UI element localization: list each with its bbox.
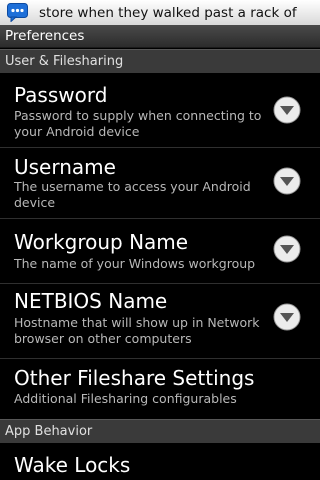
pref-wake-locks[interactable]: Wake Locks (0, 443, 320, 480)
chat-bubble-icon (7, 3, 28, 23)
category-app-behavior: App Behavior (0, 419, 320, 443)
pref-netbios-name[interactable]: NETBIOS Name Hostname that will show up … (0, 284, 320, 358)
pref-title: Wake Locks (14, 453, 131, 477)
pref-password[interactable]: Password Password to supply when connect… (0, 73, 320, 147)
pref-summary: The name of your Windows workgroup (14, 256, 256, 271)
pref-workgroup-name[interactable]: Workgroup Name The name of your Windows … (0, 219, 320, 283)
dropdown-arrow-icon[interactable] (273, 303, 301, 331)
pref-summary: The username to access your Android devi… (14, 179, 251, 210)
status-bar[interactable]: store when they walked past a rack of (0, 0, 320, 25)
pref-title: NETBIOS Name (14, 289, 168, 313)
notification-ticker: store when they walked past a rack of (39, 4, 297, 21)
pref-username[interactable]: Username The username to access your And… (0, 148, 320, 218)
page-title: Preferences (0, 25, 320, 48)
pref-summary: Additional Filesharing configurables (14, 391, 237, 406)
pref-title: Username (14, 155, 116, 179)
pref-title: Workgroup Name (14, 230, 189, 254)
pref-summary: Hostname that will show up in Network br… (14, 315, 260, 346)
dropdown-arrow-icon[interactable] (273, 235, 301, 263)
dropdown-arrow-icon[interactable] (273, 96, 301, 124)
pref-title: Password (14, 83, 108, 107)
pref-other-fileshare-settings[interactable]: Other Fileshare Settings Additional File… (0, 359, 320, 419)
pref-summary: Password to supply when connecting to yo… (14, 108, 262, 139)
category-user-filesharing: User & Filesharing (0, 49, 320, 73)
pref-title: Other Fileshare Settings (14, 366, 255, 390)
dropdown-arrow-icon[interactable] (273, 167, 301, 195)
